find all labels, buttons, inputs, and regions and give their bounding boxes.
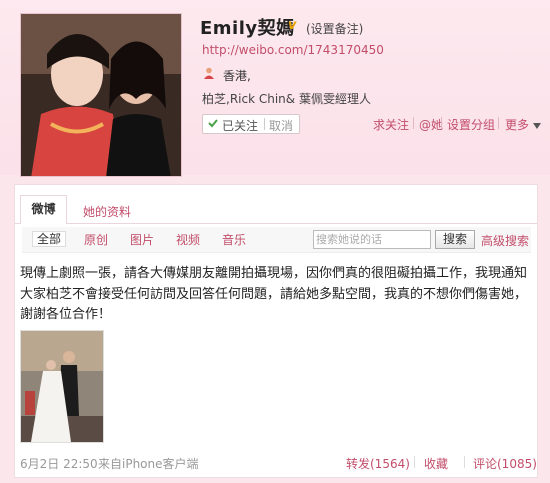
mention-link[interactable]: @她 xyxy=(419,116,443,133)
more-menu[interactable]: 更多 xyxy=(505,116,541,133)
divider xyxy=(498,117,499,129)
tab-her-profile[interactable]: 她的资料 xyxy=(83,203,131,220)
profile-name: Emily契媽 xyxy=(200,18,295,39)
tab-weibo[interactable]: 微博 xyxy=(20,195,67,224)
profile-avatar[interactable] xyxy=(20,13,182,177)
verified-badge-icon: v xyxy=(288,18,297,33)
profile-bio: 柏芝,Rick Chin& 葉佩雯經理人 xyxy=(202,92,371,106)
person-icon xyxy=(204,67,214,79)
profile-tabs: 微博 她的资料 xyxy=(15,185,537,224)
check-icon xyxy=(208,119,218,128)
profile-location: 香港, xyxy=(223,69,251,83)
filter-bar: 全部 原创 图片 视频 音乐 搜索她说的话 搜索 高级搜索 xyxy=(22,227,531,253)
filter-original[interactable]: 原创 xyxy=(84,231,108,248)
profile-url-link[interactable]: http://weibo.com/1743170450 xyxy=(202,43,384,57)
more-label: 更多 xyxy=(505,118,530,132)
favorite-button[interactable]: 收藏 xyxy=(424,455,448,472)
chevron-down-icon xyxy=(532,122,541,129)
divider xyxy=(414,456,415,468)
content-panel: 微博 她的资料 全部 原创 图片 视频 音乐 搜索她说的话 搜索 高级搜索 現傳… xyxy=(14,184,538,478)
cancel-follow-button[interactable]: 取消 xyxy=(269,117,293,134)
search-input[interactable]: 搜索她说的话 xyxy=(313,230,431,249)
post-text: 現傳上劇照一張，請各大傳媒朋友離開拍攝現場，因你們真的很阻礙拍攝工作，我現通知大… xyxy=(20,266,528,322)
filter-music[interactable]: 音乐 xyxy=(222,231,246,248)
post-image-thumbnail[interactable] xyxy=(20,330,104,443)
divider xyxy=(413,117,414,129)
follow-status-box: 已关注 取消 xyxy=(202,114,300,134)
filter-images[interactable]: 图片 xyxy=(130,231,154,248)
divider xyxy=(441,117,442,129)
set-remark-link[interactable]: (设置备注) xyxy=(306,20,363,37)
repost-button[interactable]: 转发(1564) xyxy=(346,455,410,472)
post-source: 来自iPhone客户端 xyxy=(98,457,199,471)
comment-button[interactable]: 评论(1085) xyxy=(473,455,537,472)
filter-videos[interactable]: 视频 xyxy=(176,231,200,248)
divider xyxy=(264,118,265,130)
advanced-search-link[interactable]: 高级搜索 xyxy=(481,232,529,249)
divider xyxy=(464,456,465,468)
followed-label: 已关注 xyxy=(222,119,259,133)
filter-all[interactable]: 全部 xyxy=(32,231,66,247)
request-follow-link[interactable]: 求关注 xyxy=(373,116,409,133)
search-button[interactable]: 搜索 xyxy=(435,230,475,249)
post-timestamp[interactable]: 6月2日 22:50 xyxy=(20,455,98,472)
set-group-link[interactable]: 设置分组 xyxy=(447,116,495,133)
